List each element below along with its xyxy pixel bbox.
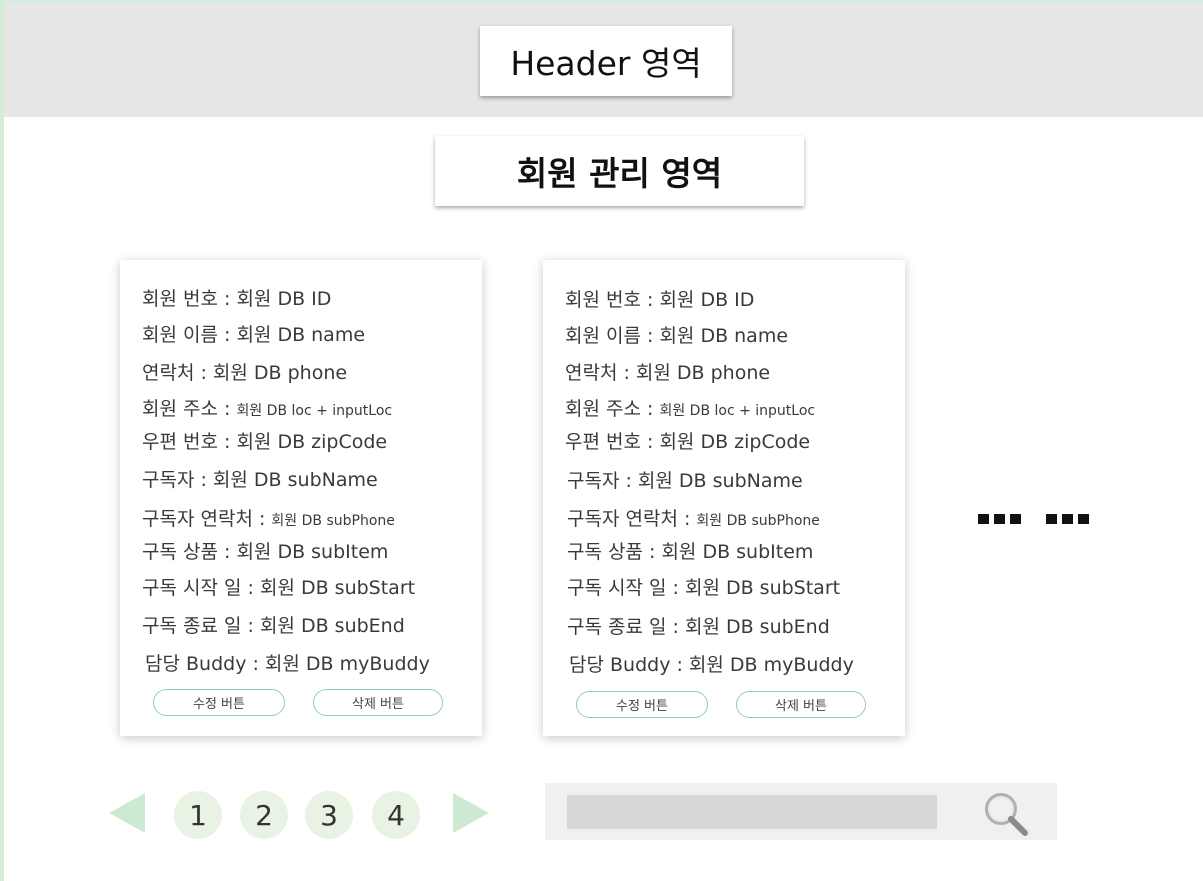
member-address-field: 회원 주소 : 회원 DB loc + inputLoc: [565, 394, 815, 421]
subscriber-phone-label: 구독자 연락처 :: [567, 508, 697, 530]
member-id-field: 회원 번호 : 회원 DB ID: [565, 289, 755, 311]
subscriber-phone-value: 회원 DB subPhone: [696, 513, 820, 529]
member-address-value: 회원 DB loc + inputLoc: [659, 403, 816, 419]
member-name-field: 회원 이름 : 회원 DB name: [142, 324, 366, 346]
more-indicator: [978, 514, 1021, 526]
member-card: 회원 번호 : 회원 DB ID 회원 이름 : 회원 DB name 연락처 …: [543, 260, 905, 736]
member-phone-field: 연락처 : 회원 DB phone: [565, 362, 771, 384]
page-button-1[interactable]: 1: [174, 791, 222, 839]
page-button-4[interactable]: 4: [372, 791, 420, 839]
edit-button[interactable]: 수정 버튼: [576, 691, 708, 718]
subscription-item-field: 구독 상품 : 회원 DB subItem: [142, 541, 389, 563]
next-page-icon[interactable]: [453, 793, 489, 833]
member-id-field: 회원 번호 : 회원 DB ID: [142, 288, 332, 310]
subscriber-phone-value: 회원 DB subPhone: [271, 513, 395, 529]
member-phone-field: 연락처 : 회원 DB phone: [142, 362, 348, 384]
more-indicator: [1046, 514, 1089, 526]
subscriber-name-field: 구독자 : 회원 DB subName: [567, 470, 803, 492]
subscription-start-field: 구독 시작 일 : 회원 DB subStart: [567, 577, 841, 599]
subscription-start-field: 구독 시작 일 : 회원 DB subStart: [142, 577, 416, 599]
member-address-value: 회원 DB loc + inputLoc: [236, 403, 393, 419]
buddy-field: 담당 Buddy : 회원 DB myBuddy: [145, 653, 430, 675]
member-zipcode-field: 우편 번호 : 회원 DB zipCode: [565, 431, 811, 453]
subscriber-phone-field: 구독자 연락처 : 회원 DB subPhone: [142, 504, 395, 531]
member-zipcode-field: 우편 번호 : 회원 DB zipCode: [142, 431, 388, 453]
member-address-field: 회원 주소 : 회원 DB loc + inputLoc: [142, 394, 392, 421]
member-card: 회원 번호 : 회원 DB ID 회원 이름 : 회원 DB name 연락처 …: [120, 260, 482, 736]
delete-button[interactable]: 삭제 버튼: [313, 689, 443, 716]
left-border: [0, 0, 4, 881]
subscriber-phone-label: 구독자 연락처 :: [142, 508, 272, 530]
page-button-2[interactable]: 2: [240, 791, 288, 839]
prev-page-icon[interactable]: [109, 793, 145, 833]
subscriber-phone-field: 구독자 연락처 : 회원 DB subPhone: [567, 504, 820, 531]
subscription-end-field: 구독 종료 일 : 회원 DB subEnd: [567, 616, 830, 638]
search-bar: [545, 783, 1057, 840]
header-title: Header 영역: [480, 26, 732, 96]
search-input[interactable]: [567, 795, 937, 829]
search-icon[interactable]: [981, 789, 1031, 839]
subscription-end-field: 구독 종료 일 : 회원 DB subEnd: [142, 615, 405, 637]
buddy-field: 담당 Buddy : 회원 DB myBuddy: [569, 654, 854, 676]
page-button-3[interactable]: 3: [305, 791, 353, 839]
subscription-item-field: 구독 상품 : 회원 DB subItem: [567, 541, 814, 563]
edit-button[interactable]: 수정 버튼: [153, 689, 285, 716]
member-name-field: 회원 이름 : 회원 DB name: [565, 325, 789, 347]
member-address-label: 회원 주소 :: [565, 398, 660, 420]
subscriber-name-field: 구독자 : 회원 DB subName: [142, 469, 378, 491]
member-address-label: 회원 주소 :: [142, 398, 237, 420]
delete-button[interactable]: 삭제 버튼: [736, 691, 866, 718]
section-title: 회원 관리 영역: [435, 136, 804, 206]
